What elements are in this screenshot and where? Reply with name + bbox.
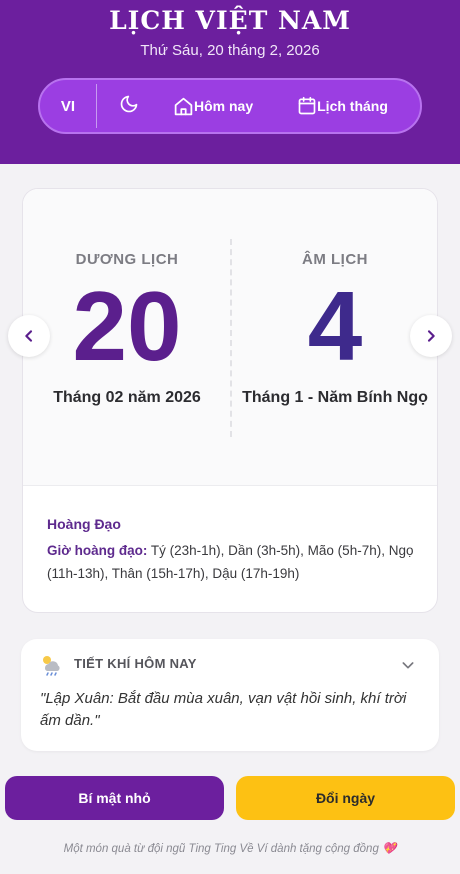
nav-divider — [96, 84, 97, 128]
nav-bar: VI Hôm nay Lịch tháng — [38, 78, 422, 134]
solar-label: DƯƠNG LỊCH — [75, 251, 179, 268]
hoang-dao-title: Hoàng Đạo — [47, 516, 121, 532]
header: LỊCH VIỆT NAM Thứ Sáu, 20 tháng 2, 2026 … — [0, 0, 460, 164]
secret-button[interactable]: Bí mật nhỏ — [5, 776, 224, 820]
tiet-khi-card[interactable]: TIẾT KHÍ HÔM NAY "Lập Xuân: Bắt đầu mùa … — [21, 639, 439, 751]
calendar-icon — [298, 96, 316, 115]
tiet-khi-quote: "Lập Xuân: Bắt đầu mùa xuân, vạn vật hồi… — [40, 690, 407, 729]
lunar-label: ÂM LỊCH — [302, 251, 368, 268]
hoang-dao-hours-label: Giờ hoàng đạo: — [47, 543, 148, 558]
current-date: Thứ Sáu, 20 tháng 2, 2026 — [140, 42, 320, 59]
home-icon — [174, 97, 193, 115]
next-day-button[interactable] — [410, 315, 452, 357]
language-toggle[interactable]: VI — [40, 98, 96, 115]
footer-note: Một món quà từ đội ngũ Ting Ting Về Ví d… — [63, 843, 397, 855]
tiet-khi-title: TIẾT KHÍ HÔM NAY — [74, 656, 197, 671]
chevron-down-icon — [402, 662, 414, 669]
dark-mode-toggle[interactable] — [119, 94, 139, 119]
month-calendar-label: Lịch tháng — [317, 98, 388, 114]
today-label: Hôm nay — [194, 98, 254, 114]
solar-month-year: Tháng 02 năm 2026 — [53, 389, 201, 406]
solar-day: 20 — [72, 271, 182, 381]
moon-icon — [120, 95, 138, 112]
date-panel: DƯƠNG LỊCH 20 Tháng 02 năm 2026 ÂM LỊCH … — [23, 189, 437, 486]
month-calendar-button[interactable]: Lịch tháng — [297, 96, 388, 116]
hoang-dao-hours: Giờ hoàng đạo: Tý (23h-1h), Dần (3h-5h),… — [47, 539, 417, 585]
lunar-day: 4 — [307, 271, 363, 381]
lunar-month-year: Tháng 1 - Năm Bính Ngọ — [242, 389, 428, 406]
today-button[interactable]: Hôm nay — [173, 96, 253, 117]
app-title: LỊCH VIỆT NAM — [109, 6, 351, 35]
prev-day-button[interactable] — [8, 315, 50, 357]
chevron-left-icon — [25, 330, 33, 342]
chevron-right-icon — [427, 330, 435, 342]
convert-date-button[interactable]: Đổi ngày — [236, 776, 455, 820]
date-card: DƯƠNG LỊCH 20 Tháng 02 năm 2026 ÂM LỊCH … — [22, 188, 438, 613]
weather-icon — [43, 656, 60, 676]
